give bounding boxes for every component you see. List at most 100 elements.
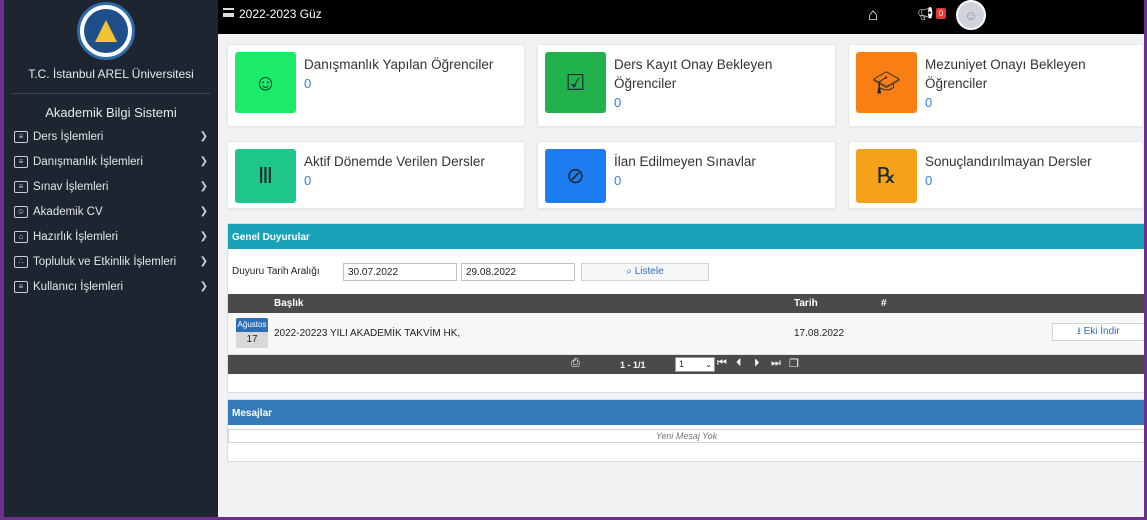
card-title-text: Danışmanlık Yapılan Öğrenciler xyxy=(304,57,494,72)
end-date-input[interactable] xyxy=(461,263,575,281)
last-page-icon[interactable]: ⏭ xyxy=(771,357,781,370)
date-range-label: Duyuru Tarih Aralığı xyxy=(232,266,320,277)
announcement-title[interactable]: 2022-20223 YILI AKADEMİK TAKVİM HK, xyxy=(274,328,460,339)
page-select-value: 1 xyxy=(679,359,685,369)
column-header-hash: # xyxy=(881,298,887,309)
card-title-text: Aktif Dönemde Verilen Dersler xyxy=(304,154,485,169)
card-value: 0 xyxy=(614,95,622,110)
university-name: T.C. İstanbul AREL Üniversitesi xyxy=(28,67,194,81)
megaphone-icon[interactable]: 📢︎ xyxy=(917,6,934,22)
list-icon: ≡ xyxy=(14,130,28,143)
sidebar-item-label: Danışmanlık İşlemleri xyxy=(33,155,143,168)
table-header: Başlık Tarih # xyxy=(228,294,1144,313)
card-value: 0 xyxy=(925,95,933,110)
sidebar-item-danismanlik-islemleri[interactable]: ≡ Danışmanlık İşlemleri ❯ xyxy=(4,149,218,174)
card-title: İlan Edilmeyen Sınavlar 0 xyxy=(614,152,829,190)
avatar[interactable]: ☺ xyxy=(956,0,986,30)
sidebar-item-hazirlik-islemleri[interactable]: ⌂ Hazırlık İşlemleri ❯ xyxy=(4,224,218,249)
chevron-right-icon: ❯ xyxy=(199,231,208,242)
date-badge: Ağustos 17 xyxy=(236,318,268,348)
table-pager: ⎙ 1 - 1/1 1 ⌄ ⏮ ⏴ ⏵ ⏭ ❐ xyxy=(228,355,1144,374)
books-icon: Ⅲ xyxy=(235,149,296,203)
search-icon: ⌕ xyxy=(626,266,635,277)
card-danismanlik-ogrenciler[interactable]: ☺ Danışmanlık Yapılan Öğrenciler 0 xyxy=(227,44,525,127)
document-icon: ≡ xyxy=(14,180,28,193)
download-attachment-button[interactable]: ⭳ Eki İndir xyxy=(1052,323,1144,341)
card-title-text: Sonuçlandırılmayan Dersler xyxy=(925,154,1092,169)
chevron-right-icon: ❯ xyxy=(199,181,208,192)
sidebar-menu: ≡ Ders İşlemleri ❯ ≡ Danışmanlık İşlemleri ❯… xyxy=(4,124,218,299)
university-logo[interactable] xyxy=(77,2,135,60)
copy-icon[interactable]: ❐ xyxy=(789,357,799,370)
list-button[interactable]: ⌕ Listele xyxy=(581,263,709,281)
card-ilan-edilmeyen-sinavlar[interactable]: ⊘ İlan Edilmeyen Sınavlar 0 xyxy=(537,141,836,209)
column-header-date: Tarih xyxy=(794,298,818,309)
sidebar-item-label: Ders İşlemleri xyxy=(33,130,104,143)
page-select[interactable]: 1 ⌄ xyxy=(675,357,715,372)
card-title: Mezuniyet Onayı Bekleyen Öğrenciler 0 xyxy=(925,55,1137,112)
messages-panel: Mesajlar Yeni Mesaj Yok xyxy=(227,399,1144,462)
logo-mark xyxy=(95,20,117,42)
announcements-header: Genel Duyurular xyxy=(228,224,1144,249)
app-frame: T.C. İstanbul AREL Üniversitesi Akademik… xyxy=(4,0,1144,517)
sidebar-item-ders-islemleri[interactable]: ≡ Ders İşlemleri ❯ xyxy=(4,124,218,149)
prescription-clipboard-icon: ℞ xyxy=(856,149,917,203)
sidebar-item-kullanici-islemleri[interactable]: ≡ Kullanıcı İşlemleri ❯ xyxy=(4,274,218,299)
system-title: Akademik Bilgi Sistemi xyxy=(45,105,177,120)
messages-header: Mesajlar xyxy=(228,400,1144,425)
card-title: Danışmanlık Yapılan Öğrenciler 0 xyxy=(304,55,518,93)
notification-count-badge: 0 xyxy=(936,8,946,19)
card-value: 0 xyxy=(304,173,312,188)
prev-page-icon[interactable]: ⏴ xyxy=(736,357,742,370)
chevron-right-icon: ❯ xyxy=(199,206,208,217)
sidebar: T.C. İstanbul AREL Üniversitesi Akademik… xyxy=(4,0,218,517)
chevron-right-icon: ❯ xyxy=(199,256,208,267)
group-icon: ∴ xyxy=(14,255,28,268)
card-aktif-donem-dersler[interactable]: Ⅲ Aktif Dönemde Verilen Dersler 0 xyxy=(227,141,525,209)
top-bar: 2022-2023 Güz ⌂ 📢︎ 0 ☺ xyxy=(218,0,1144,34)
card-title-text: İlan Edilmeyen Sınavlar xyxy=(614,154,756,169)
sidebar-item-sinav-islemleri[interactable]: ≡ Sınav İşlemleri ❯ xyxy=(4,174,218,199)
announcements-panel: Genel Duyurular Duyuru Tarih Aralığı ⌕ L… xyxy=(227,223,1144,393)
page-info: 1 - 1/1 xyxy=(620,360,646,370)
start-date-input[interactable] xyxy=(343,263,457,281)
date-filter-row: Duyuru Tarih Aralığı ⌕ Listele xyxy=(232,263,1132,281)
card-ders-kayit-onay[interactable]: ☑ Ders Kayıt Onay Bekleyen Öğrenciler 0 xyxy=(537,44,836,127)
user-list-icon: ≡ xyxy=(14,280,28,293)
sidebar-item-label: Hazırlık İşlemleri xyxy=(33,230,118,243)
home-icon[interactable]: ⌂ xyxy=(868,5,878,25)
print-icon[interactable]: ⎙ xyxy=(571,357,580,370)
card-value: 0 xyxy=(925,173,933,188)
sidebar-divider xyxy=(12,93,210,94)
next-page-icon[interactable]: ⏵ xyxy=(754,357,760,370)
list-icon: ≡ xyxy=(14,155,28,168)
card-sonuclandirilmayan-dersler[interactable]: ℞ Sonuçlandırılmayan Dersler 0 xyxy=(848,141,1144,209)
students-icon: ☺ xyxy=(235,52,296,113)
chevron-right-icon: ❯ xyxy=(199,281,208,292)
empty-messages-text: Yeni Mesaj Yok xyxy=(228,429,1144,443)
download-attachment-label: Eki İndir xyxy=(1083,326,1120,337)
chevron-right-icon: ❯ xyxy=(199,131,208,142)
term-label: 2022-2023 Güz xyxy=(239,7,322,21)
card-title: Aktif Dönemde Verilen Dersler 0 xyxy=(304,152,518,190)
card-title-text: Ders Kayıt Onay Bekleyen Öğrenciler xyxy=(614,57,773,91)
logo-ring xyxy=(84,9,128,53)
announcement-date: 17.08.2022 xyxy=(794,328,845,339)
column-header-title: Başlık xyxy=(274,298,304,309)
card-mezuniyet-onay[interactable]: 🎓︎ Mezuniyet Onayı Bekleyen Öğrenciler 0 xyxy=(848,44,1144,127)
sidebar-item-label: Topluluk ve Etkinlik İşlemleri xyxy=(33,255,177,268)
sidebar-item-label: Akademik CV xyxy=(33,205,103,218)
sidebar-item-topluluk-etkinlik[interactable]: ∴ Topluluk ve Etkinlik İşlemleri ❯ xyxy=(4,249,218,274)
building-icon: ⌂ xyxy=(14,230,28,243)
first-page-icon[interactable]: ⏮ xyxy=(717,357,727,370)
sidebar-item-akademik-cv[interactable]: ☺ Akademik CV ❯ xyxy=(4,199,218,224)
date-badge-month: Ağustos xyxy=(236,318,268,332)
card-title: Sonuçlandırılmayan Dersler 0 xyxy=(925,152,1137,190)
no-exam-icon: ⊘ xyxy=(545,149,606,203)
card-value: 0 xyxy=(304,76,312,91)
clipboard-check-icon: ☑ xyxy=(545,52,606,113)
table-row[interactable]: Ağustos 17 2022-20223 YILI AKADEMİK TAKV… xyxy=(228,313,1144,355)
chevron-down-icon: ⌄ xyxy=(705,360,712,369)
menu-toggle-icon[interactable] xyxy=(223,8,234,17)
list-button-label: Listele xyxy=(634,266,664,277)
